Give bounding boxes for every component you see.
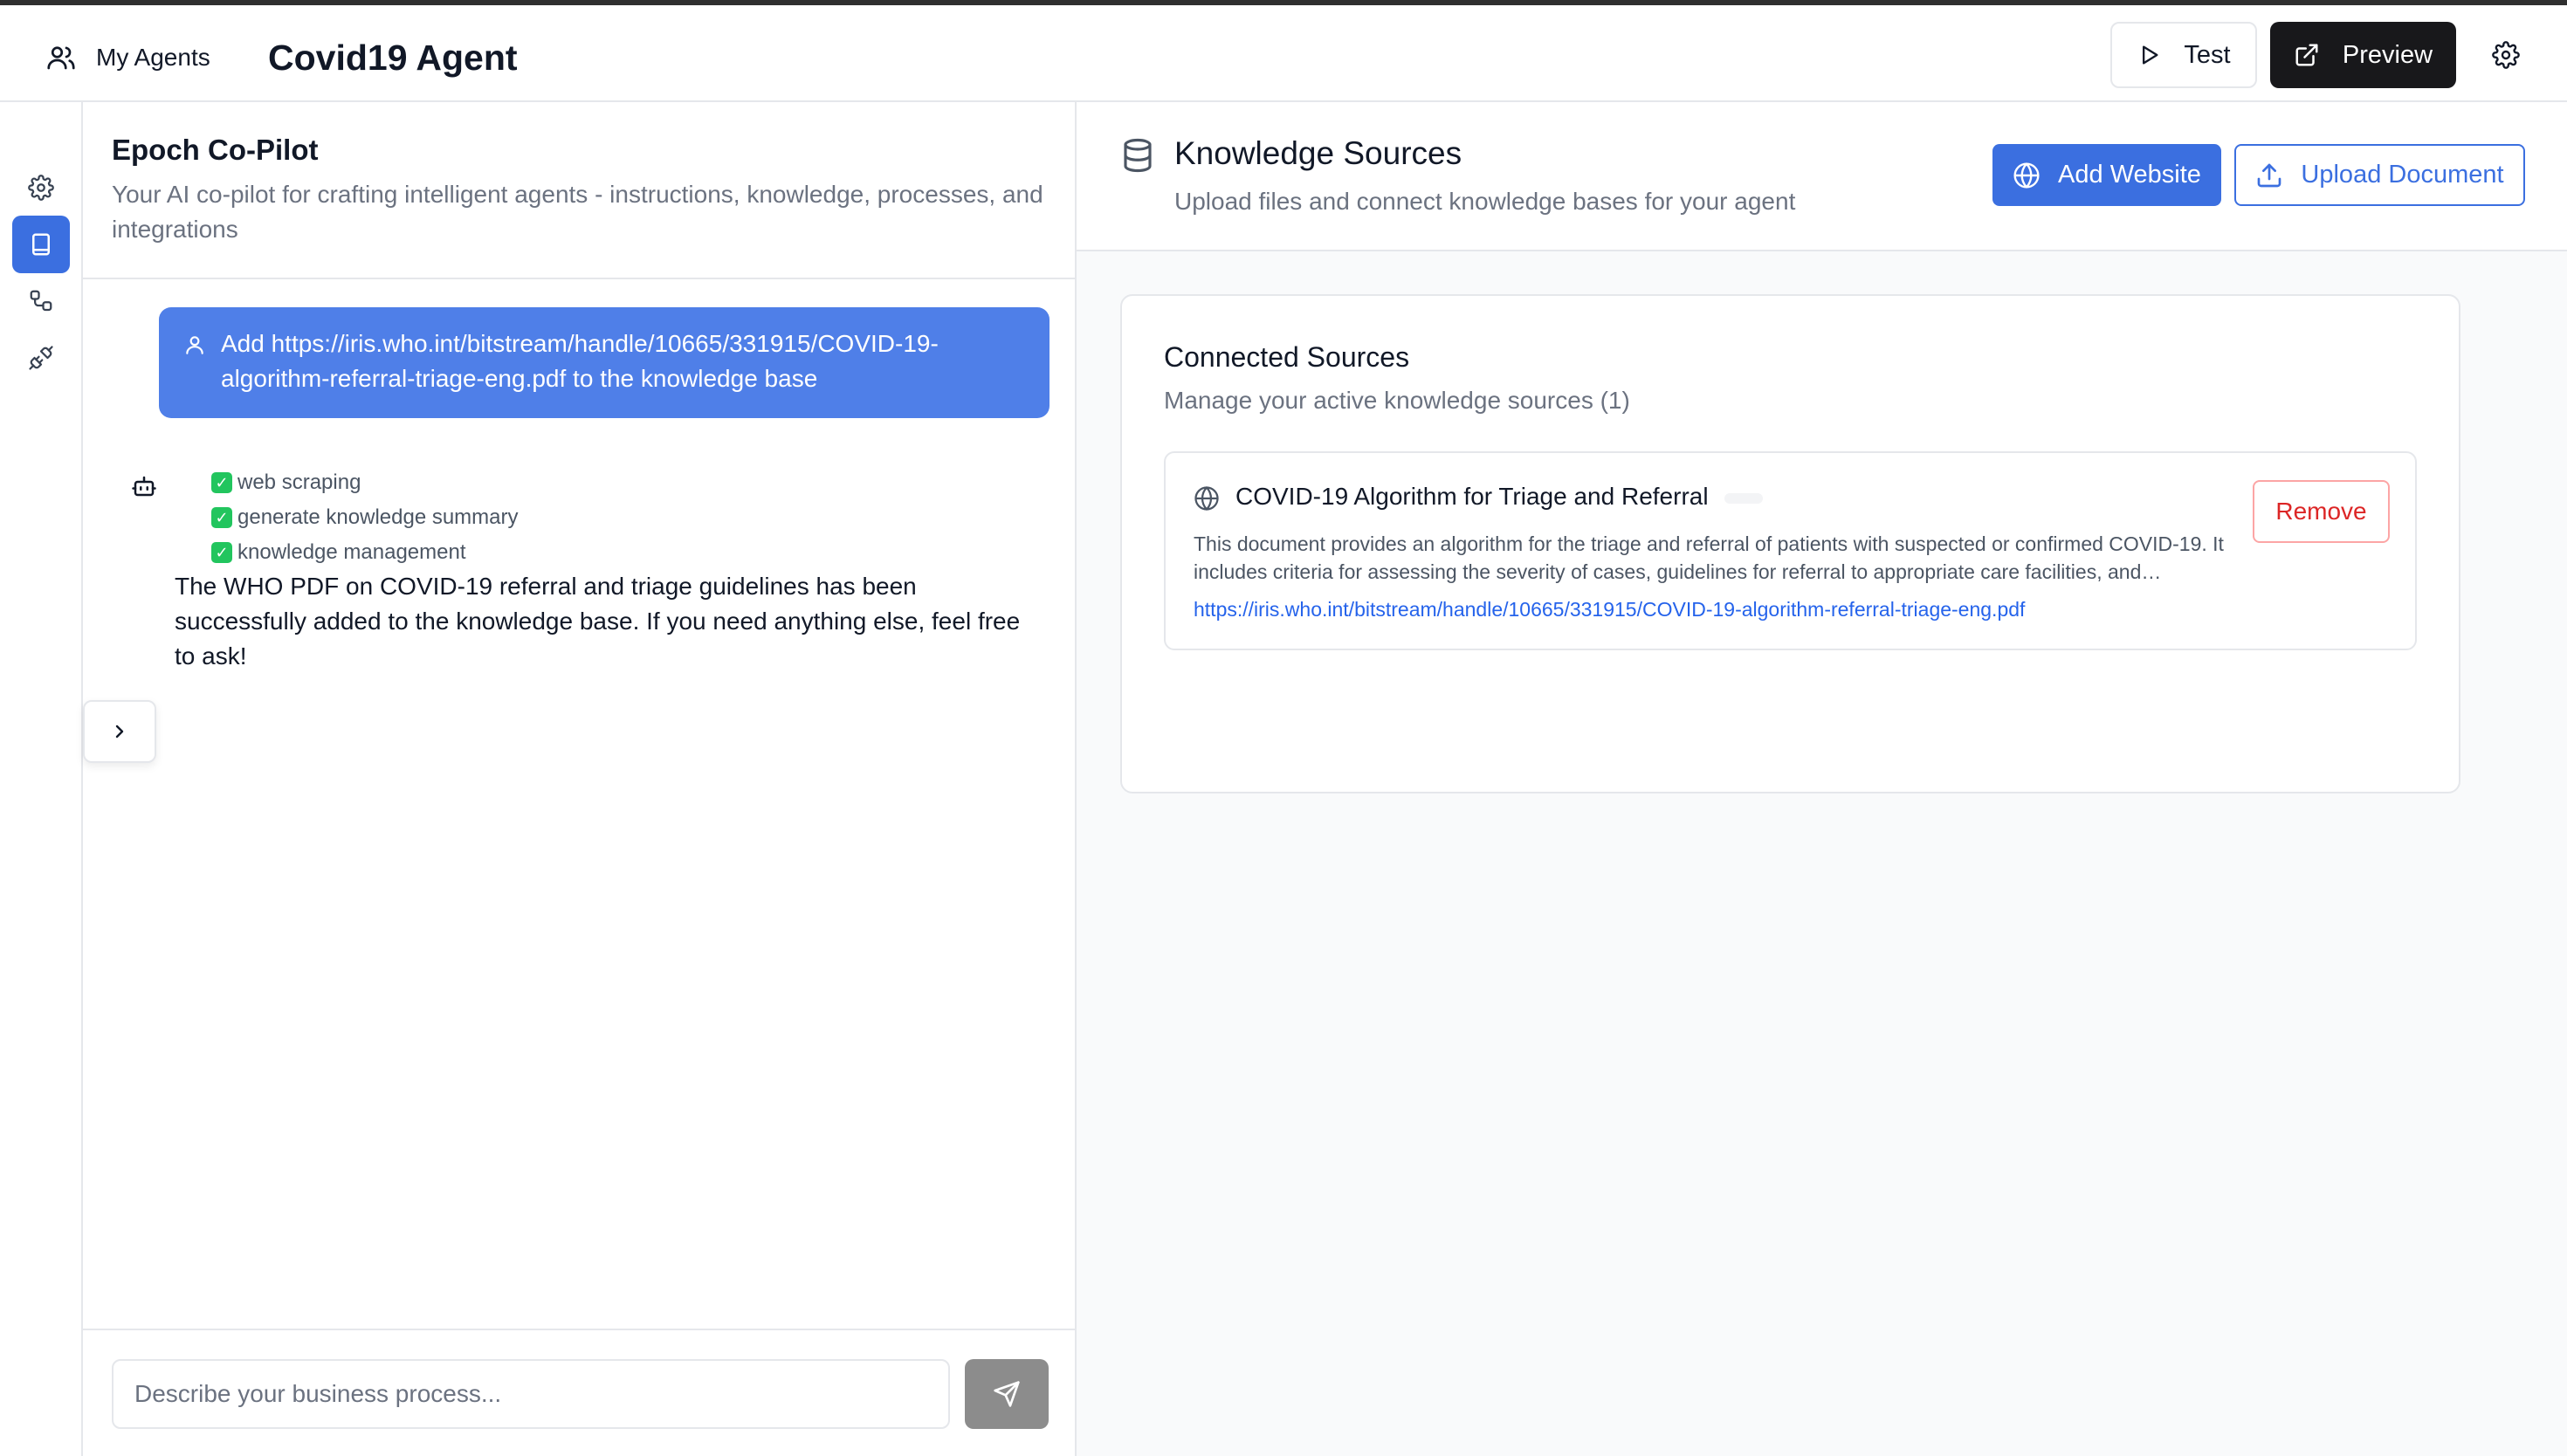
book-icon — [32, 233, 50, 256]
my-agents-label: My Agents — [96, 44, 210, 71]
upload-icon — [2258, 163, 2281, 187]
check-icon: ✓ — [211, 472, 232, 493]
copilot-panel: Epoch Co-Pilot Your AI co-pilot for craf… — [83, 102, 1077, 1456]
upload-document-button[interactable]: Upload Document — [2234, 144, 2525, 206]
rail-settings-button[interactable] — [12, 159, 70, 216]
user-message-text: Add https://iris.who.int/bitstream/handl… — [221, 330, 939, 392]
remove-source-button[interactable]: Remove — [2253, 480, 2390, 543]
send-button[interactable] — [965, 1359, 1049, 1429]
users-icon — [47, 46, 75, 70]
source-description: This document provides an algorithm for … — [1194, 532, 2224, 583]
knowledge-title: Knowledge Sources — [1174, 135, 1462, 171]
plug-icon — [29, 346, 53, 370]
check-icon: ✓ — [211, 542, 232, 563]
tool-call-label: knowledge management — [237, 540, 466, 564]
knowledge-panel: Knowledge Sources Upload files and conne… — [1077, 102, 2567, 1456]
add-website-label: Add Website — [2058, 161, 2201, 189]
copilot-subtitle: Your AI co-pilot for crafting intelligen… — [112, 181, 1043, 243]
gear-icon — [2492, 41, 2520, 69]
preview-button[interactable]: Preview — [2270, 22, 2456, 88]
collapse-panel-button[interactable] — [83, 700, 156, 763]
connected-sources-card: Connected Sources Manage your active kno… — [1120, 294, 2460, 793]
knowledge-subtitle: Upload files and connect knowledge bases… — [1174, 188, 1796, 215]
agent-title: Covid19 Agent — [268, 37, 518, 78]
source-status-badge — [1724, 493, 1763, 504]
upload-document-label: Upload Document — [2301, 161, 2504, 189]
copilot-title: Epoch Co-Pilot — [112, 134, 319, 166]
database-icon — [1124, 138, 1152, 173]
test-label: Test — [2184, 40, 2231, 69]
composer — [83, 1329, 1075, 1456]
user-message-bubble: Add https://iris.who.int/bitstream/handl… — [159, 307, 1050, 418]
globe-icon — [1194, 486, 1219, 511]
test-button[interactable]: Test — [2110, 22, 2257, 88]
external-link-icon — [2295, 44, 2318, 66]
chevron-right-icon — [115, 725, 124, 738]
user-icon — [186, 336, 203, 354]
tool-calls-list: ✓ web scraping ✓ generate knowledge summar… — [211, 465, 519, 570]
message-input[interactable] — [112, 1359, 950, 1429]
source-url-link[interactable]: https://iris.who.int/bitstream/handle/10… — [1194, 598, 2025, 622]
header-settings-button[interactable] — [2485, 34, 2527, 76]
connected-sources-title: Connected Sources — [1164, 341, 1410, 373]
left-rail — [0, 102, 83, 1456]
copilot-header: Epoch Co-Pilot Your AI co-pilot for craf… — [83, 102, 1075, 279]
bot-icon — [132, 476, 156, 497]
preview-label: Preview — [2342, 40, 2433, 69]
play-icon — [2143, 45, 2158, 65]
gear-icon — [28, 175, 54, 201]
source-title: COVID-19 Algorithm for Triage and Referr… — [1235, 483, 1709, 510]
tool-call-label: web scraping — [237, 470, 361, 494]
tool-call-label: generate knowledge summary — [237, 505, 519, 529]
top-header: My Agents Covid19 Agent Test Preview — [0, 5, 2567, 102]
add-website-button[interactable]: Add Website — [1992, 144, 2221, 206]
workflow-icon — [30, 290, 52, 312]
rail-integrations-button[interactable] — [12, 329, 70, 387]
tool-call-item: ✓ web scraping — [211, 465, 519, 500]
knowledge-header: Knowledge Sources Upload files and conne… — [1077, 102, 2567, 251]
rail-knowledge-button[interactable] — [12, 216, 70, 273]
bot-message-text: The WHO PDF on COVID-19 referral and tri… — [175, 573, 1021, 670]
tool-call-item: ✓ knowledge management — [211, 535, 519, 570]
globe-icon — [2013, 161, 2040, 189]
tool-call-item: ✓ generate knowledge summary — [211, 500, 519, 535]
send-icon — [994, 1381, 1020, 1407]
check-icon: ✓ — [211, 507, 232, 528]
my-agents-link[interactable]: My Agents — [45, 31, 210, 84]
source-item: COVID-19 Algorithm for Triage and Referr… — [1164, 451, 2417, 650]
rail-workflow-button[interactable] — [12, 272, 70, 330]
connected-sources-subtitle: Manage your active knowledge sources (1) — [1164, 387, 1630, 414]
